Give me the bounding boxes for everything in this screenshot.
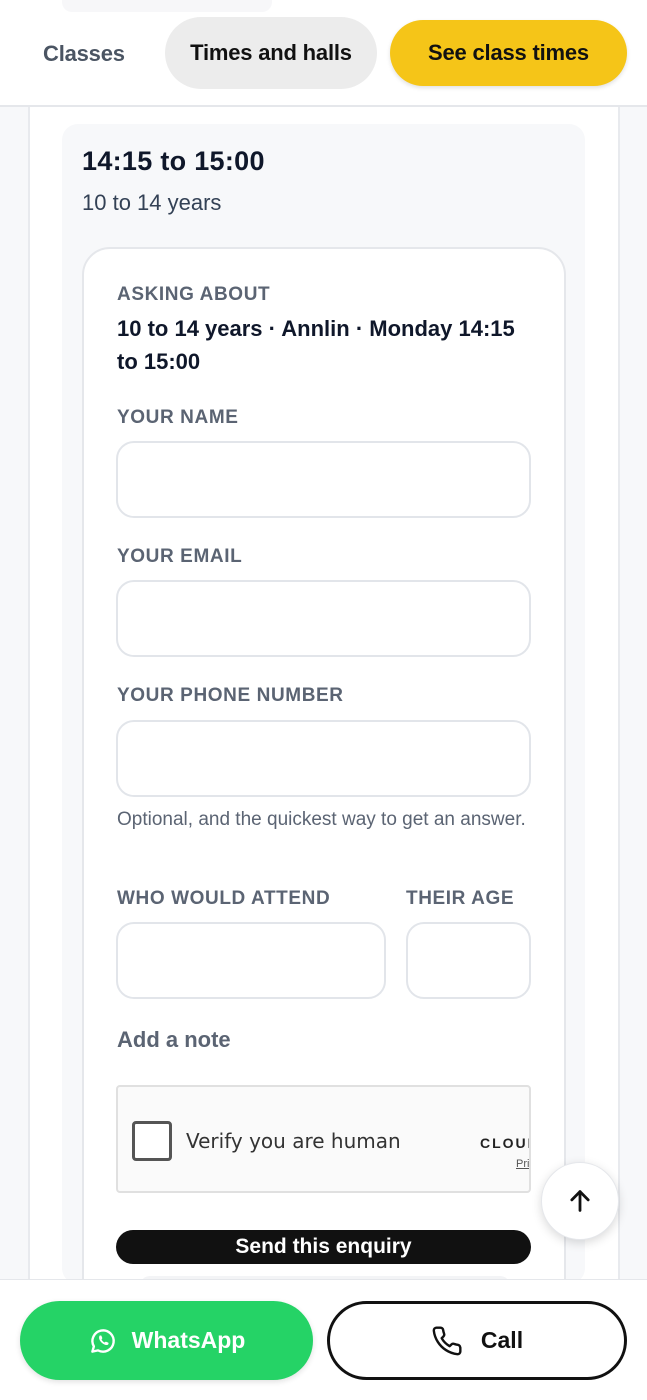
captcha-checkbox[interactable] xyxy=(132,1121,172,1161)
email-field[interactable] xyxy=(116,580,531,657)
email-label: YOUR EMAIL xyxy=(117,546,243,567)
nav-classes-link[interactable]: Classes xyxy=(43,38,125,70)
asking-about-label: ASKING ABOUT xyxy=(117,284,271,305)
name-field[interactable] xyxy=(116,441,531,518)
captcha-privacy-link[interactable]: Privacy xyxy=(516,1158,529,1170)
send-enquiry-button[interactable]: Send this enquiry xyxy=(116,1230,531,1264)
phone-icon xyxy=(431,1325,463,1357)
age-field[interactable] xyxy=(406,922,531,999)
whatsapp-button[interactable]: WhatsApp xyxy=(20,1301,313,1380)
phone-helper-text: Optional, and the quickest way to get an… xyxy=(117,809,526,830)
phone-label: YOUR PHONE NUMBER xyxy=(117,685,344,706)
session-age-range: 10 to 14 years xyxy=(82,190,222,215)
call-label: Call xyxy=(480,1327,524,1353)
see-class-times-button[interactable]: See class times xyxy=(390,20,627,86)
nav-fade-edge xyxy=(62,0,272,12)
name-label: YOUR NAME xyxy=(117,407,239,428)
call-button[interactable]: Call xyxy=(327,1301,627,1380)
nav-times-and-halls-tab[interactable]: Times and halls xyxy=(165,17,377,89)
captcha-widget: Verify you are human CLOUDFLARE Privacy xyxy=(116,1085,531,1193)
captcha-brand-logo: CLOUDFLARE xyxy=(480,1135,529,1151)
captcha-label: Verify you are human xyxy=(186,1129,401,1153)
bottom-action-bar: WhatsApp Call xyxy=(0,1279,647,1400)
attendee-label: WHO WOULD ATTEND xyxy=(117,888,331,909)
phone-field[interactable] xyxy=(116,720,531,797)
age-label: THEIR AGE xyxy=(406,888,515,909)
section-nav: Classes Times and halls See class times xyxy=(0,0,647,107)
attendee-field[interactable] xyxy=(116,922,386,999)
whatsapp-label: WhatsApp xyxy=(131,1327,246,1353)
asking-about-value: 10 to 14 years · Annlin · Monday 14:15 t… xyxy=(117,316,515,374)
add-note-link[interactable]: Add a note xyxy=(117,1027,231,1053)
whatsapp-icon xyxy=(88,1326,118,1356)
session-time: 14:15 to 15:00 xyxy=(82,146,265,176)
scroll-to-top-button[interactable] xyxy=(541,1162,619,1240)
arrow-up-icon xyxy=(566,1187,594,1215)
